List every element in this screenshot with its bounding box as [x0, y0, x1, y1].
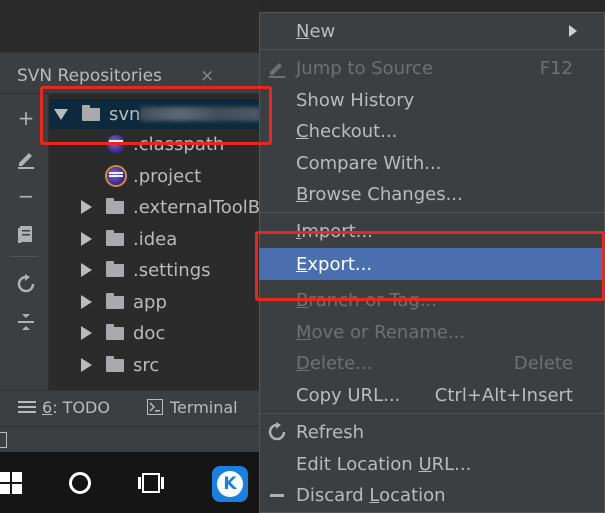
menu-item-label: rowse Changes... [308, 183, 463, 205]
tree-item-label: .externalToolBu [133, 196, 272, 218]
list-icon [18, 401, 36, 413]
panel-title: SVN Repositories [17, 66, 162, 86]
menu-item-label: ocation [379, 484, 446, 506]
menu-item-label: Copy URL... [296, 384, 401, 406]
expand-arrow-icon[interactable] [81, 263, 92, 277]
add-icon[interactable]: + [12, 104, 40, 132]
expand-arrow-icon[interactable] [81, 295, 92, 309]
mnemonic: C [296, 120, 309, 142]
menu-item-discard-location[interactable]: Discard Location [259, 479, 605, 511]
tree-item-label: .idea [133, 228, 178, 250]
tree-item-label: .project [133, 165, 202, 187]
menu-item-label: Jump to Source [296, 57, 434, 79]
status-bar [0, 426, 260, 453]
tree-item[interactable]: .project [49, 161, 275, 191]
mnemonic: N [296, 20, 310, 42]
minus-icon [267, 485, 287, 505]
terminal-label: Terminal [170, 398, 238, 417]
todo-label: : TODO [52, 398, 110, 417]
search-circle-icon[interactable] [69, 472, 91, 494]
mnemonic: D [296, 352, 310, 374]
todo-number: 6 [42, 398, 53, 417]
menu-item-label: RL... [431, 453, 472, 475]
terminal-tab[interactable]: Terminal [147, 398, 238, 417]
mnemonic: M [296, 321, 312, 343]
refresh-icon [267, 422, 287, 442]
tree-item[interactable]: app [49, 287, 275, 317]
menu-item-show-history[interactable]: Show History [259, 84, 605, 116]
annotation-box-repository [40, 86, 272, 145]
menu-item-refresh[interactable]: Refresh [259, 416, 605, 448]
menu-item-label: elete... [309, 352, 373, 374]
windows-start-icon[interactable] [0, 472, 22, 494]
menu-item-label: Compare With... [296, 152, 442, 174]
menu-item-label: Refresh [296, 421, 364, 443]
menu-item-shortcut: F12 [539, 57, 573, 79]
tree-item[interactable]: src [49, 350, 275, 380]
menu-item-shortcut: Delete [513, 352, 573, 374]
submenu-arrow-icon [569, 25, 577, 37]
eclipse-file-icon [107, 167, 125, 185]
tree-item[interactable]: .settings [49, 255, 275, 285]
edit-icon[interactable] [12, 144, 40, 172]
pencil-icon [267, 58, 287, 78]
tree-item[interactable]: .externalToolBu [49, 192, 275, 222]
tree-item[interactable]: doc [49, 318, 275, 348]
menu-item-edit-location-url[interactable]: Edit Location URL... [259, 448, 605, 480]
menu-item-label: Edit Location [296, 453, 419, 475]
menu-item-move-or-rename[interactable]: Move or Rename... [259, 316, 605, 348]
divider [10, 256, 38, 257]
app-k-icon[interactable]: K [212, 466, 248, 502]
menu-item-shortcut: Ctrl+Alt+Insert [434, 384, 573, 406]
tree-item-label: .settings [133, 259, 211, 281]
task-view-icon[interactable] [137, 472, 165, 494]
collapse-all-icon[interactable] [12, 308, 40, 336]
tree-item-label: src [133, 354, 160, 376]
todo-tab[interactable]: 6: TODO [18, 398, 110, 417]
menu-separator [260, 49, 604, 50]
expand-arrow-icon[interactable] [81, 200, 92, 214]
menu-item-jump-to-source[interactable]: Jump to Source F12 [259, 52, 605, 84]
expand-arrow-icon[interactable] [81, 326, 92, 340]
menu-item-compare-with[interactable]: Compare With... [259, 147, 605, 179]
tree-item-label: doc [133, 322, 166, 344]
expand-arrow-icon[interactable] [81, 232, 92, 246]
menu-item-label: heckout... [308, 120, 398, 142]
mnemonic: U [418, 453, 432, 475]
folder-icon [106, 355, 124, 372]
folder-icon [106, 323, 124, 340]
menu-item-browse-changes[interactable]: Browse Changes... [259, 178, 605, 210]
menu-item-label: Discard [296, 484, 370, 506]
menu-separator [260, 212, 604, 213]
menu-item-checkout[interactable]: Checkout... [259, 115, 605, 147]
folder-icon [106, 197, 124, 214]
mnemonic: L [369, 484, 380, 506]
folder-icon [106, 229, 124, 246]
folder-icon [106, 260, 124, 277]
mnemonic: B [296, 183, 309, 205]
menu-item-label: Show History [296, 89, 415, 111]
folder-icon [106, 292, 124, 309]
tree-item-label: app [133, 291, 167, 313]
document-icon[interactable] [12, 220, 40, 248]
terminal-icon [147, 399, 163, 415]
expand-arrow-icon[interactable] [81, 358, 92, 372]
menu-item-new[interactable]: New [259, 15, 605, 47]
refresh-icon[interactable] [12, 270, 40, 298]
menu-item-label: ove or Rename... [311, 321, 466, 343]
menu-separator [260, 413, 604, 414]
annotation-box-export [255, 231, 605, 301]
tree-item[interactable]: .idea [49, 224, 275, 254]
menu-item-delete[interactable]: Delete... Delete [259, 347, 605, 379]
close-icon[interactable]: × [200, 66, 214, 86]
remove-icon[interactable]: − [12, 182, 40, 210]
status-icon[interactable] [0, 432, 7, 448]
menu-item-copy-url[interactable]: Copy URL... Ctrl+Alt+Insert [259, 379, 605, 411]
menu-item-label: ew [309, 20, 336, 42]
